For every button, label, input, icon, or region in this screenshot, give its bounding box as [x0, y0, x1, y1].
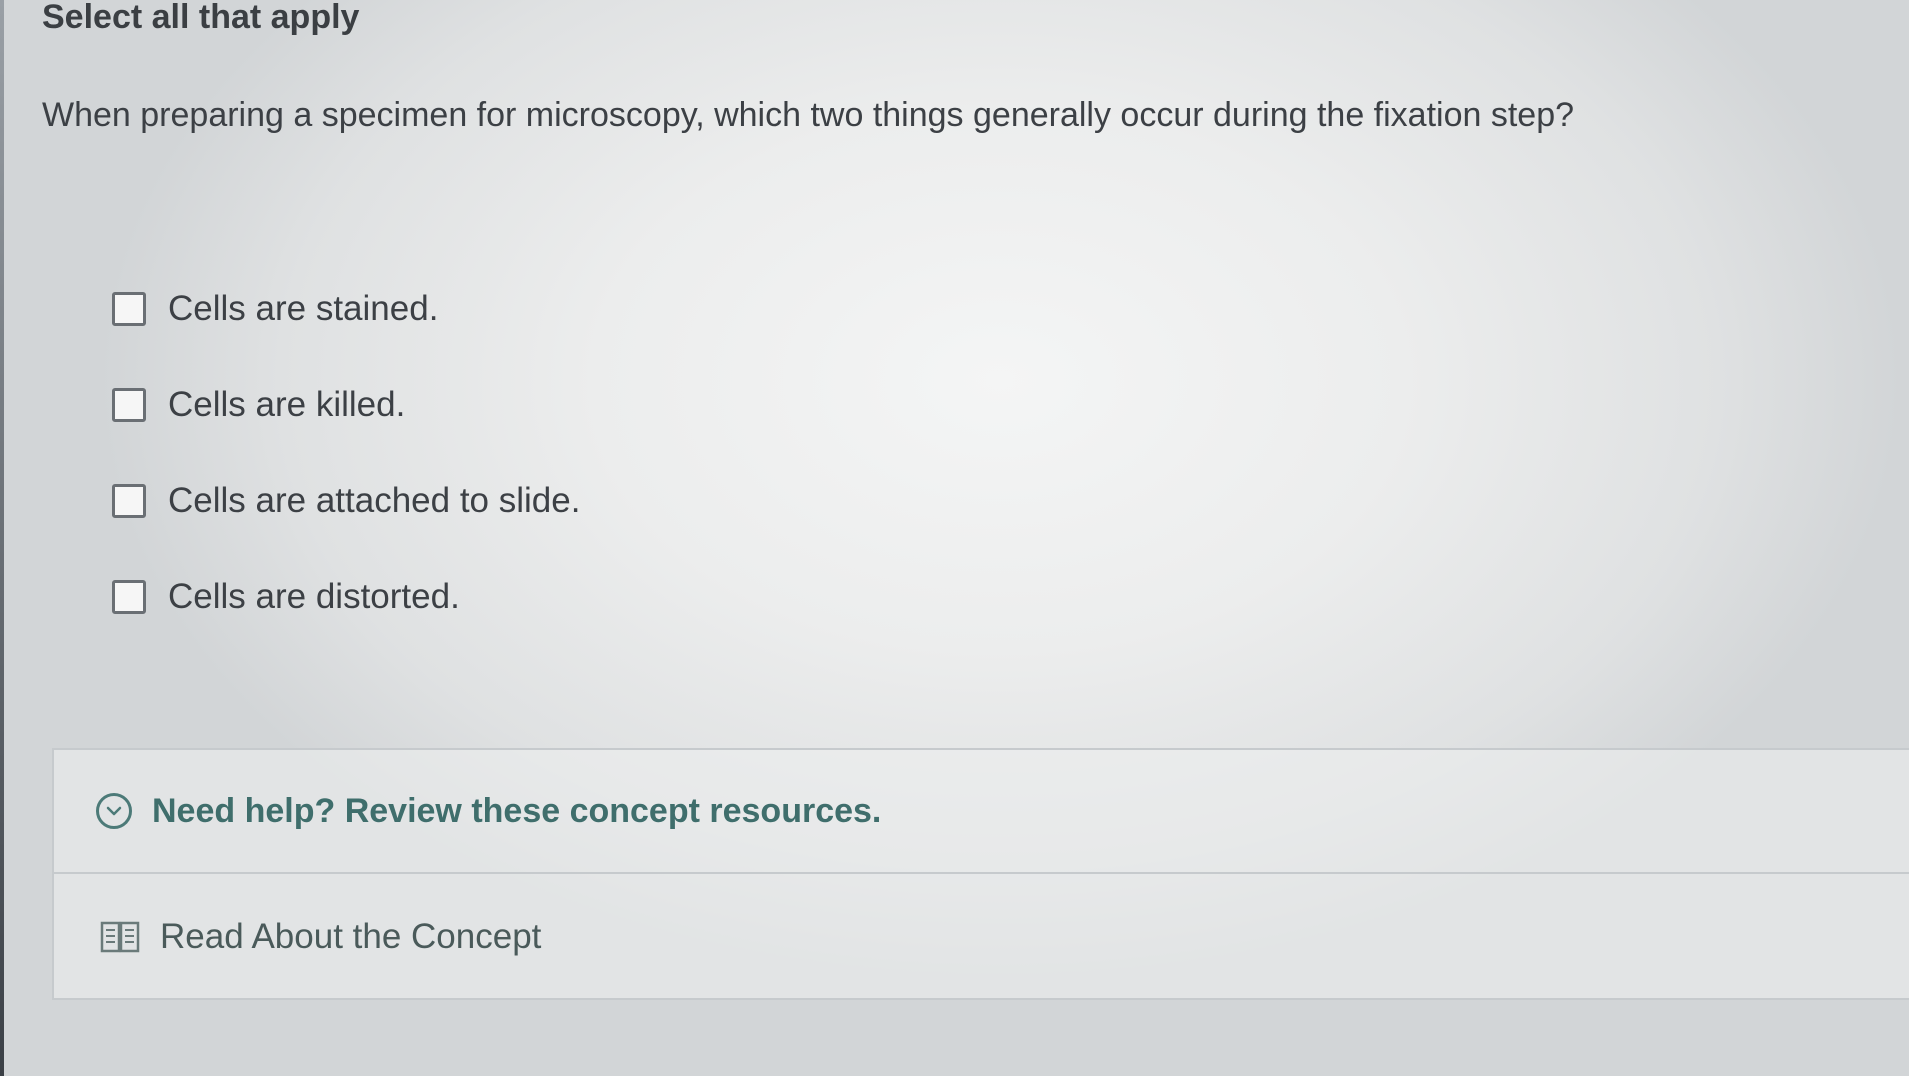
answer-option-label: Cells are killed. [168, 385, 406, 424]
checkbox[interactable] [112, 484, 146, 518]
instruction-text: Select all that apply [42, 0, 360, 36]
answer-options: Cells are stained. Cells are killed. Cel… [112, 284, 580, 668]
checkbox[interactable] [112, 292, 146, 326]
answer-option-2[interactable]: Cells are killed. [112, 380, 580, 430]
checkbox[interactable] [112, 388, 146, 422]
answer-option-1[interactable]: Cells are stained. [112, 284, 580, 334]
answer-option-3[interactable]: Cells are attached to slide. [112, 476, 580, 526]
question-text: When preparing a specimen for microscopy… [42, 96, 1575, 134]
chevron-down-icon[interactable] [96, 793, 132, 829]
answer-option-label: Cells are stained. [168, 289, 439, 328]
book-icon [100, 920, 140, 954]
resource-read-about-concept[interactable]: Read About the Concept [54, 874, 1909, 1000]
screen-bezel [0, 0, 4, 1076]
concept-resources-panel: Need help? Review these concept resource… [52, 748, 1909, 1000]
concept-resources-toggle[interactable]: Need help? Review these concept resource… [54, 750, 1909, 874]
answer-option-label: Cells are attached to slide. [168, 481, 581, 520]
answer-option-label: Cells are distorted. [168, 577, 460, 616]
screen: Select all that apply When preparing a s… [0, 0, 1909, 1076]
checkbox[interactable] [112, 580, 146, 614]
concept-resources-title: Need help? Review these concept resource… [152, 791, 882, 830]
resource-link-label[interactable]: Read About the Concept [160, 917, 541, 957]
answer-option-4[interactable]: Cells are distorted. [112, 572, 580, 622]
